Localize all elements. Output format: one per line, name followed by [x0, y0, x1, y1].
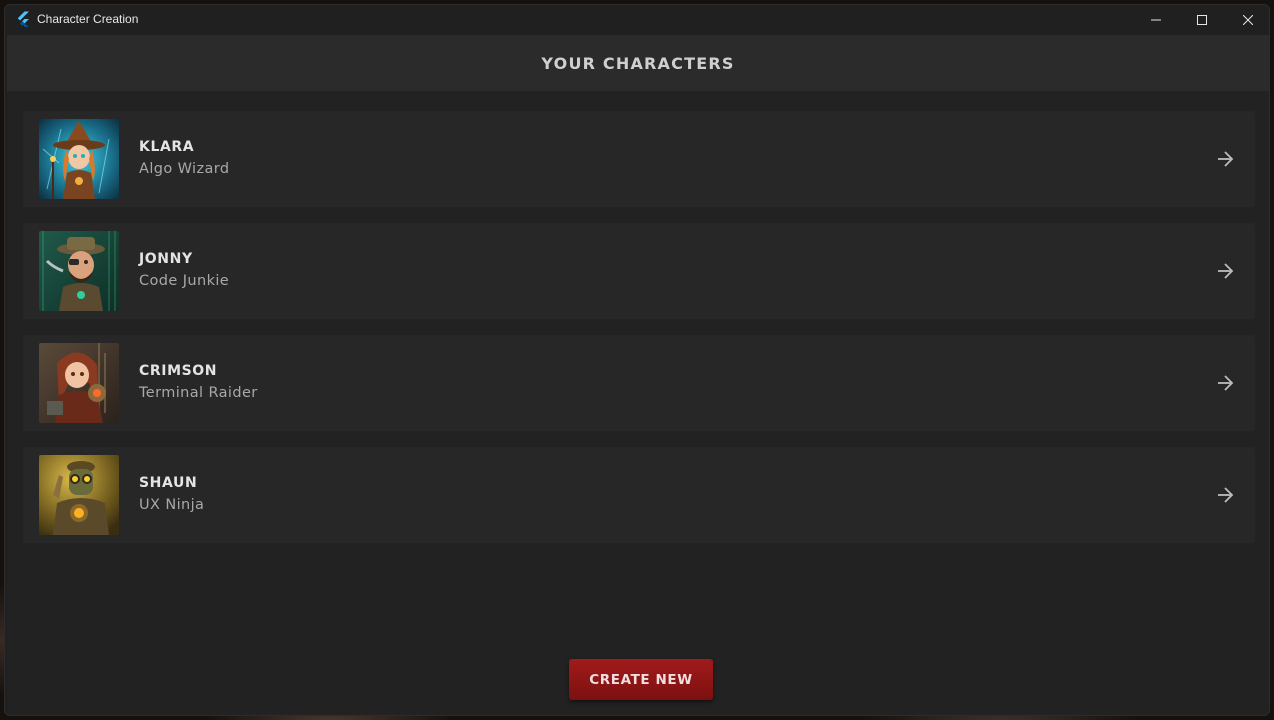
minimize-button[interactable]: [1133, 5, 1179, 35]
app-window: Character Creation YOUR CHARACTERS KLARA…: [4, 4, 1270, 716]
character-name: CRIMSON: [139, 363, 218, 379]
character-name: KLARA: [139, 139, 195, 155]
character-list: KLARA Algo Wizard JONNY Code Junkie CRIM…: [23, 111, 1255, 559]
maximize-button[interactable]: [1179, 5, 1225, 35]
character-name: JONNY: [139, 251, 193, 267]
minimize-icon: [1151, 19, 1161, 21]
create-new-button[interactable]: CREATE NEW: [569, 659, 713, 700]
shaun-portrait: [39, 455, 119, 535]
crimson-portrait: [39, 343, 119, 423]
character-role: Terminal Raider: [139, 385, 258, 401]
window-title: Character Creation: [37, 12, 139, 26]
character-role: Code Junkie: [139, 273, 230, 289]
character-role: Algo Wizard: [139, 161, 230, 177]
character-row-shaun[interactable]: SHAUN UX Ninja: [23, 447, 1255, 543]
character-row-crimson[interactable]: CRIMSON Terminal Raider: [23, 335, 1255, 431]
character-name: SHAUN: [139, 475, 198, 491]
character-row-jonny[interactable]: JONNY Code Junkie: [23, 223, 1255, 319]
title-bar[interactable]: Character Creation: [5, 5, 1269, 35]
page-header: YOUR CHARACTERS: [7, 35, 1269, 91]
klara-portrait: [39, 119, 119, 199]
maximize-icon: [1197, 15, 1207, 25]
character-row-klara[interactable]: KLARA Algo Wizard: [23, 111, 1255, 207]
flutter-logo-icon: [17, 11, 29, 27]
create-new-label: CREATE NEW: [589, 671, 693, 688]
arrow-right-icon[interactable]: [1215, 373, 1235, 393]
arrow-right-icon[interactable]: [1215, 261, 1235, 281]
arrow-right-icon[interactable]: [1215, 485, 1235, 505]
close-button[interactable]: [1225, 5, 1269, 35]
close-icon: [1243, 15, 1253, 25]
jonny-portrait: [39, 231, 119, 311]
main-content: YOUR CHARACTERS KLARA Algo Wizard JONNY …: [7, 35, 1269, 715]
character-role: UX Ninja: [139, 497, 205, 513]
page-title: YOUR CHARACTERS: [541, 53, 735, 73]
arrow-right-icon[interactable]: [1215, 149, 1235, 169]
